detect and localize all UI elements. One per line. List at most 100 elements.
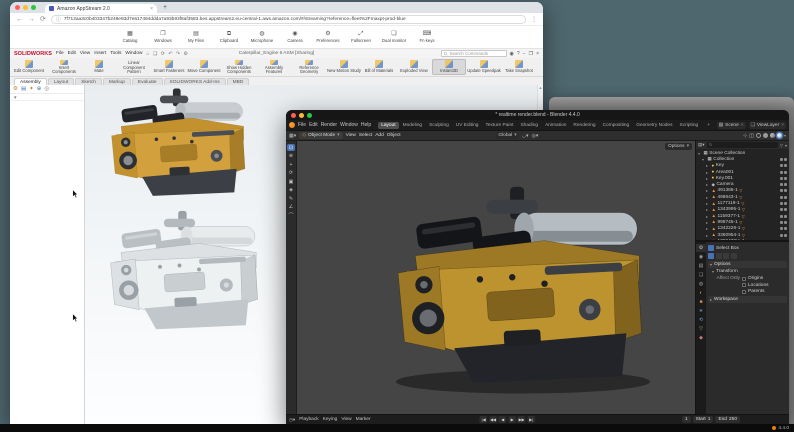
minimize-button[interactable]: − xyxy=(523,51,526,57)
user-icon[interactable]: ◉ xyxy=(510,51,514,57)
feature-manager-tab-icon[interactable]: ⚙ xyxy=(13,86,18,92)
active-tool-header[interactable]: Select Box xyxy=(708,244,787,252)
menu-tools[interactable]: Tools xyxy=(110,51,121,56)
tool-icon[interactable]: ⊡ xyxy=(287,144,295,151)
hide-viewport-toggle[interactable] xyxy=(780,215,783,218)
frame-end-field[interactable]: End 250 xyxy=(715,416,740,423)
shading-material-icon[interactable] xyxy=(770,133,775,138)
workspace-tab[interactable]: Compositing xyxy=(600,122,633,129)
command-tab[interactable]: Assembly xyxy=(14,78,47,85)
workspace-tab[interactable]: Modeling xyxy=(400,122,425,129)
tool-icon[interactable]: ◈ xyxy=(287,187,295,194)
show-overlays-icon[interactable]: ◫ xyxy=(749,133,754,139)
menu-view[interactable]: View xyxy=(346,133,356,138)
filter-icon[interactable]: ▽ xyxy=(780,143,783,148)
scroll-up-icon[interactable]: ▲ xyxy=(539,85,543,90)
checkbox-row[interactable]: Parents xyxy=(742,289,769,294)
hide-viewport-toggle[interactable] xyxy=(780,202,783,205)
hide-render-toggle[interactable] xyxy=(784,208,787,211)
url-field[interactable]: ⓘ 7f712aa3c0b403347b249e93d7e617494ddda7… xyxy=(51,15,526,24)
menu-view[interactable]: View xyxy=(80,51,90,56)
forward-icon[interactable]: → xyxy=(28,16,35,23)
mode-selector[interactable]: ◇Object Mode▾ xyxy=(299,132,342,139)
viewport-options-button[interactable]: Options▾ xyxy=(665,143,692,150)
expand-icon[interactable]: ▸ xyxy=(706,201,710,206)
shading-rendered-icon[interactable] xyxy=(777,133,782,138)
hide-viewport-toggle[interactable] xyxy=(780,208,783,211)
expand-icon[interactable]: ▸ xyxy=(706,214,710,219)
blender-logo-icon[interactable] xyxy=(289,122,295,128)
command-button[interactable]: Update Speedpak xyxy=(467,59,501,75)
appstream-toolbar-item[interactable]: ◉ Camera xyxy=(283,31,307,43)
appstream-toolbar-item[interactable]: ⧉ Clipboard xyxy=(217,31,241,43)
command-button[interactable]: Show Hidden Components xyxy=(222,59,256,75)
hide-render-toggle[interactable] xyxy=(784,221,787,224)
hide-viewport-toggle[interactable] xyxy=(780,196,783,199)
tool-icon[interactable]: + xyxy=(287,161,295,168)
menu-select[interactable]: Select xyxy=(359,133,372,138)
checkbox-row[interactable]: Locations xyxy=(742,283,769,288)
playback-button[interactable]: ▶| xyxy=(527,416,535,423)
playback-button[interactable]: |◀ xyxy=(480,416,488,423)
outliner-editor-icon[interactable]: ▤▾ xyxy=(698,142,705,148)
command-button[interactable]: Move Component xyxy=(187,59,221,75)
transform-subsection[interactable]: ▾ Transform xyxy=(708,268,787,275)
hide-render-toggle[interactable] xyxy=(784,196,787,199)
shading-wireframe-icon[interactable] xyxy=(756,133,761,138)
appstream-toolbar-item[interactable]: ◍ Microphone xyxy=(250,31,274,43)
expand-icon[interactable]: ▸ xyxy=(706,163,710,168)
3d-viewport[interactable]: Options▾ xyxy=(297,141,695,414)
outliner-menu-icon[interactable]: ▾ xyxy=(785,143,787,148)
command-button[interactable]: Insert Components xyxy=(47,59,81,75)
window-close-icon[interactable] xyxy=(15,5,20,10)
properties-tab-icon[interactable]: ⚙ xyxy=(696,244,706,252)
restore-button[interactable]: ❐ xyxy=(529,51,533,57)
expand-icon[interactable]: ▸ xyxy=(706,170,710,175)
engine-model-rendered[interactable] xyxy=(383,179,663,397)
command-button[interactable]: Smart Fasteners xyxy=(152,59,186,75)
properties-tab-icon[interactable]: ■ xyxy=(696,298,706,306)
appstream-toolbar-item[interactable]: ❏ Dual monitor xyxy=(382,31,406,43)
close-button[interactable]: × xyxy=(536,51,539,57)
hide-render-toggle[interactable] xyxy=(784,164,787,167)
engine-model-shaded[interactable] xyxy=(87,85,273,203)
view-layer-selector[interactable]: ❏ViewLayer× xyxy=(749,122,786,129)
feature-manager-tab-icon[interactable]: ◎ xyxy=(44,86,49,92)
quick-access-toolbar[interactable]: ⌂ ❏ ⟳ ↶ ↷ ⚙ xyxy=(146,51,189,57)
expand-icon[interactable]: ▸ xyxy=(706,188,710,193)
hide-render-toggle[interactable] xyxy=(784,171,787,174)
workspace-tab[interactable]: Texture Paint xyxy=(482,122,516,129)
expand-icon[interactable]: ▸ xyxy=(706,233,710,238)
show-gizmo-icon[interactable]: ⊹ xyxy=(743,133,747,139)
browser-tab[interactable]: Amazon AppStream 2.0 × xyxy=(45,4,157,13)
command-button[interactable]: Reference Geometry xyxy=(292,59,326,75)
properties-tab-icon[interactable]: ⟲ xyxy=(696,316,706,324)
frame-start-field[interactable]: Start 1 xyxy=(693,416,714,423)
hide-render-toggle[interactable] xyxy=(784,234,787,237)
proportional-editing-icon[interactable]: ◎▾ xyxy=(532,133,539,139)
menu-file[interactable]: File xyxy=(298,122,306,128)
editor-type-icon[interactable]: ▦▾ xyxy=(289,133,296,139)
outliner-search-input[interactable] xyxy=(707,142,778,148)
workspace-tab[interactable]: UV Editing xyxy=(453,122,482,129)
playback-menu[interactable]: Playback xyxy=(299,417,318,422)
site-info-icon[interactable]: ⓘ xyxy=(56,16,61,23)
snapping-magnet-icon[interactable]: ◡▾ xyxy=(522,133,529,139)
command-tab[interactable]: SOLIDWORKS Add-Ins xyxy=(164,78,226,85)
checkbox-row[interactable]: Origins xyxy=(742,276,769,281)
hide-render-toggle[interactable] xyxy=(784,158,787,161)
command-button[interactable]: Exploded View xyxy=(397,59,431,75)
expand-icon[interactable]: ▸ xyxy=(706,239,710,240)
properties-tab-icon[interactable]: ∗ xyxy=(696,307,706,315)
feature-manager-tab-icon[interactable]: ▤ xyxy=(21,86,26,92)
workspace-tab[interactable]: Layout xyxy=(378,122,398,129)
menu-object[interactable]: Object xyxy=(387,133,401,138)
hide-viewport-toggle[interactable] xyxy=(780,234,783,237)
expand-icon[interactable]: ▸ xyxy=(706,195,710,200)
command-button[interactable]: Assembly Features xyxy=(257,59,291,75)
command-tab[interactable]: Layout xyxy=(48,78,74,85)
command-tab[interactable]: Sketch xyxy=(75,78,102,85)
menu-render[interactable]: Render xyxy=(321,122,337,128)
command-button[interactable]: Linear Component Pattern xyxy=(117,59,151,75)
checkbox[interactable] xyxy=(742,290,746,294)
